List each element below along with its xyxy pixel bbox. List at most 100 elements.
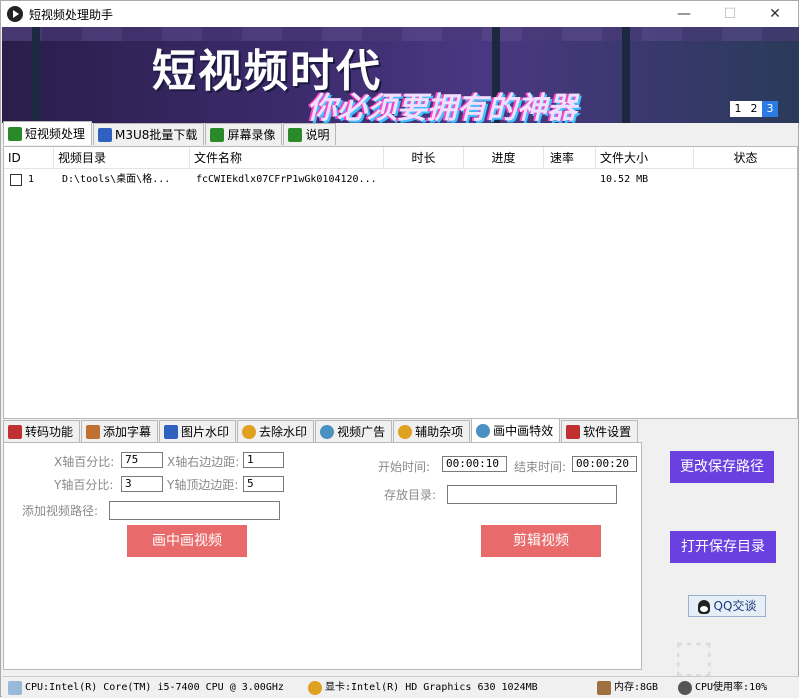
column-header[interactable]: 进度 [464, 147, 544, 169]
screen-icon [210, 127, 225, 142]
tab-label: 去除水印 [259, 425, 308, 439]
tab-settings[interactable]: 软件设置 [561, 420, 639, 442]
function-tabs: 转码功能 添加字幕 图片水印 去除水印 视频广告 辅助杂项 画中画特效 软件设置 [3, 418, 639, 442]
x-right-margin-input[interactable]: 1 [243, 452, 284, 468]
gpu-info: 显卡:Intel(R) HD Graphics 630 1024MB [308, 677, 538, 698]
cell-name: fcCWIEkdlx07CFrP1wGk0104120... [196, 174, 377, 185]
subtitle-icon [86, 424, 101, 439]
tab-subtitle[interactable]: 添加字幕 [81, 420, 159, 442]
tab-screen-record[interactable]: 屏幕录像 [205, 123, 283, 145]
x-right-margin-label: X轴右边边距: [167, 455, 240, 469]
open-save-dir-button[interactable]: 打开保存目录 [670, 531, 776, 563]
maximize-button[interactable]: ☐ [707, 1, 753, 27]
tab-label: 视频广告 [337, 425, 386, 439]
tab-video-ad[interactable]: 视频广告 [315, 420, 393, 442]
x-percent-label: X轴百分比: [54, 455, 115, 469]
promo-banner[interactable]: 短视频时代 你必须要拥有的神器 1 2 3 [2, 27, 799, 123]
tab-label: M3U8批量下载 [115, 128, 198, 142]
row-checkbox[interactable] [10, 174, 22, 186]
banner-pager: 1 2 3 [730, 101, 778, 117]
close-button[interactable]: ✕ [752, 1, 798, 27]
banner-decoration [32, 27, 40, 123]
column-header[interactable]: 时长 [384, 147, 464, 169]
y-top-margin-label: Y轴顶边边距: [167, 478, 239, 492]
tab-m3u8-download[interactable]: M3U8批量下载 [93, 123, 205, 145]
tab-misc[interactable]: 辅助杂项 [393, 420, 471, 442]
file-list-header: ID 视频目录 文件名称 时长 进度 速率 文件大小 状态 [4, 147, 797, 169]
banner-page-1[interactable]: 1 [730, 101, 746, 117]
tab-label: 图片水印 [181, 425, 230, 439]
tab-label: 画中画特效 [493, 424, 554, 438]
save-dir-label: 存放目录: [384, 488, 437, 502]
pip-icon [476, 423, 491, 438]
column-header[interactable]: 速率 [544, 147, 596, 169]
cloud-icon [320, 424, 335, 439]
tab-transcode[interactable]: 转码功能 [3, 420, 81, 442]
memory-text: 内存:8GB [614, 682, 659, 693]
title-bar: 短视频处理助手 — ☐ ✕ [1, 1, 798, 27]
play-icon [7, 6, 23, 22]
grid-icon [98, 127, 113, 142]
save-dir-input[interactable] [447, 485, 617, 504]
cell-id: 1 [28, 174, 35, 185]
x-percent-input[interactable]: 75 [121, 452, 163, 468]
info-icon [288, 127, 303, 142]
tab-label: 屏幕录像 [227, 128, 276, 142]
tab-short-video[interactable]: 短视频处理 [3, 121, 93, 145]
tab-remove-watermark[interactable]: 去除水印 [237, 420, 315, 442]
end-time-input[interactable]: 00:00:20 [572, 456, 637, 472]
tab-help[interactable]: 说明 [283, 123, 337, 145]
tab-label: 短视频处理 [25, 127, 86, 141]
start-time-input[interactable]: 00:00:10 [442, 456, 507, 472]
y-percent-input[interactable]: 3 [121, 476, 163, 492]
y-top-margin-input[interactable]: 5 [243, 476, 284, 492]
file-list[interactable]: ID 视频目录 文件名称 时长 进度 速率 文件大小 状态 1 D:\tools… [3, 146, 798, 419]
panda-icon [678, 680, 692, 695]
cell-dir: D:\tools\桌面\格... [62, 174, 171, 185]
cpu-info: CPU:Intel(R) Core(TM) i5-7400 CPU @ 3.00… [8, 677, 284, 698]
add-video-path-label: 添加视频路径: [22, 504, 99, 518]
cell-duration [384, 171, 464, 189]
add-video-path-input[interactable] [109, 501, 280, 520]
memory-icon [597, 680, 611, 695]
pip-panel: X轴百分比: 75 X轴右边边距: 1 Y轴百分比: 3 Y轴顶边边距: 5 添… [3, 442, 642, 670]
minimize-button[interactable]: — [661, 1, 707, 27]
cut-video-button[interactable]: 剪辑视频 [481, 525, 601, 557]
cell-status [694, 171, 794, 189]
tab-pip-effect[interactable]: 画中画特效 [471, 418, 561, 442]
window-title: 短视频处理助手 [29, 8, 114, 22]
table-row[interactable]: 1 D:\tools\桌面\格... fcCWIEkdlx07CFrP1wGk0… [4, 171, 797, 189]
tab-label: 说明 [305, 128, 330, 142]
tab-label: 添加字幕 [103, 425, 152, 439]
gpu-text: 显卡:Intel(R) HD Graphics 630 1024MB [325, 682, 538, 693]
main-tabs: 短视频处理 M3U8批量下载 屏幕录像 说明 [3, 121, 337, 145]
y-percent-label: Y轴百分比: [54, 478, 114, 492]
tab-image-watermark[interactable]: 图片水印 [159, 420, 237, 442]
column-header[interactable]: 文件名称 [190, 147, 384, 169]
cpu-usage-text: CPU使用率:10% [695, 682, 768, 693]
column-header[interactable]: 文件大小 [596, 147, 694, 169]
image-icon [164, 424, 179, 439]
cpu-usage-info: CPU使用率:10% [678, 677, 767, 698]
column-header[interactable]: ID [4, 147, 54, 169]
gpu-icon [308, 680, 322, 695]
watermark-logo: ⬚ [673, 631, 715, 682]
tab-label: 软件设置 [583, 425, 632, 439]
qq-penguin-icon [697, 599, 710, 614]
end-time-label: 结束时间: [514, 460, 567, 474]
cpu-text: CPU:Intel(R) Core(TM) i5-7400 CPU @ 3.00… [25, 682, 284, 693]
status-bar: CPU:Intel(R) Core(TM) i5-7400 CPU @ 3.00… [2, 676, 799, 697]
column-header[interactable]: 视频目录 [54, 147, 190, 169]
cpu-icon [8, 680, 22, 695]
qq-chat-button[interactable]: QQ交谈 [688, 595, 766, 617]
banner-page-3[interactable]: 3 [762, 101, 778, 117]
start-time-label: 开始时间: [378, 460, 431, 474]
qq-chat-label: QQ交谈 [713, 599, 757, 613]
cell-speed [544, 171, 596, 189]
banner-decoration [622, 27, 630, 123]
banner-page-2[interactable]: 2 [746, 101, 762, 117]
change-save-path-button[interactable]: 更改保存路径 [670, 451, 774, 483]
pip-video-button[interactable]: 画中画视频 [127, 525, 247, 557]
column-header[interactable]: 状态 [694, 147, 797, 169]
banner-subtitle: 你必须要拥有的神器 [307, 91, 577, 123]
